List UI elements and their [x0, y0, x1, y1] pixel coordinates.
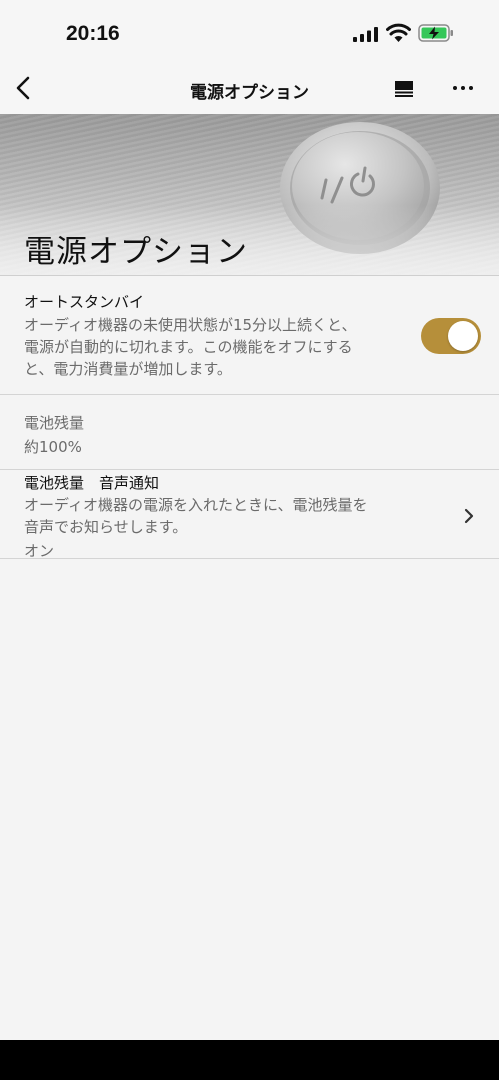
queue-icon[interactable] [394, 80, 414, 98]
description-line: オーディオ機器の電源を入れたときに、電池残量を [24, 496, 368, 514]
hero-banner: 電源オプション [0, 114, 499, 276]
system-bottom-bar [0, 1040, 499, 1080]
signal-icon [353, 27, 378, 42]
description-line: 電源が自動的に切れます。この機能をオフにする [24, 338, 353, 356]
battery-level-label: 電池残量 [24, 414, 85, 432]
page-title: 電源オプション [24, 234, 248, 270]
battery-voice-value: オン [24, 542, 55, 560]
description-line: オーディオ機器の未使用状態が15分以上続くと、 [24, 316, 357, 334]
auto-standby-toggle[interactable] [421, 318, 481, 354]
status-bar: 20:16 [0, 0, 499, 64]
nav-title: 電源オプション [190, 83, 309, 103]
auto-standby-title: オートスタンバイ [24, 293, 145, 311]
more-icon[interactable] [450, 76, 476, 100]
description-line: と、電力消費量が増加します。 [24, 360, 232, 378]
chevron-right-icon [464, 508, 474, 524]
description-line: 音声でお知らせします。 [24, 518, 188, 536]
auto-standby-description: オーディオ機器の未使用状態が15分以上続くと、 電源が自動的に切れます。この機能… [24, 314, 356, 380]
auto-standby-row: オートスタンバイ オーディオ機器の未使用状態が15分以上続くと、 電源が自動的に… [0, 276, 499, 395]
battery-level-row: 電池残量 約100% [0, 395, 499, 470]
battery-level-value: 約100% [24, 438, 82, 456]
battery-voice-row[interactable]: 電池残量 音声通知 オーディオ機器の電源を入れたときに、電池残量を 音声でお知ら… [0, 470, 499, 560]
battery-voice-description: オーディオ機器の電源を入れたときに、電池残量を 音声でお知らせします。 [24, 494, 368, 538]
wifi-icon [386, 23, 411, 42]
battery-voice-title: 電池残量 音声通知 [24, 474, 160, 492]
nav-bar: 電源オプション [0, 64, 499, 114]
toggle-knob [448, 321, 478, 351]
status-time: 20:16 [66, 22, 120, 45]
battery-charging-icon [418, 24, 453, 42]
